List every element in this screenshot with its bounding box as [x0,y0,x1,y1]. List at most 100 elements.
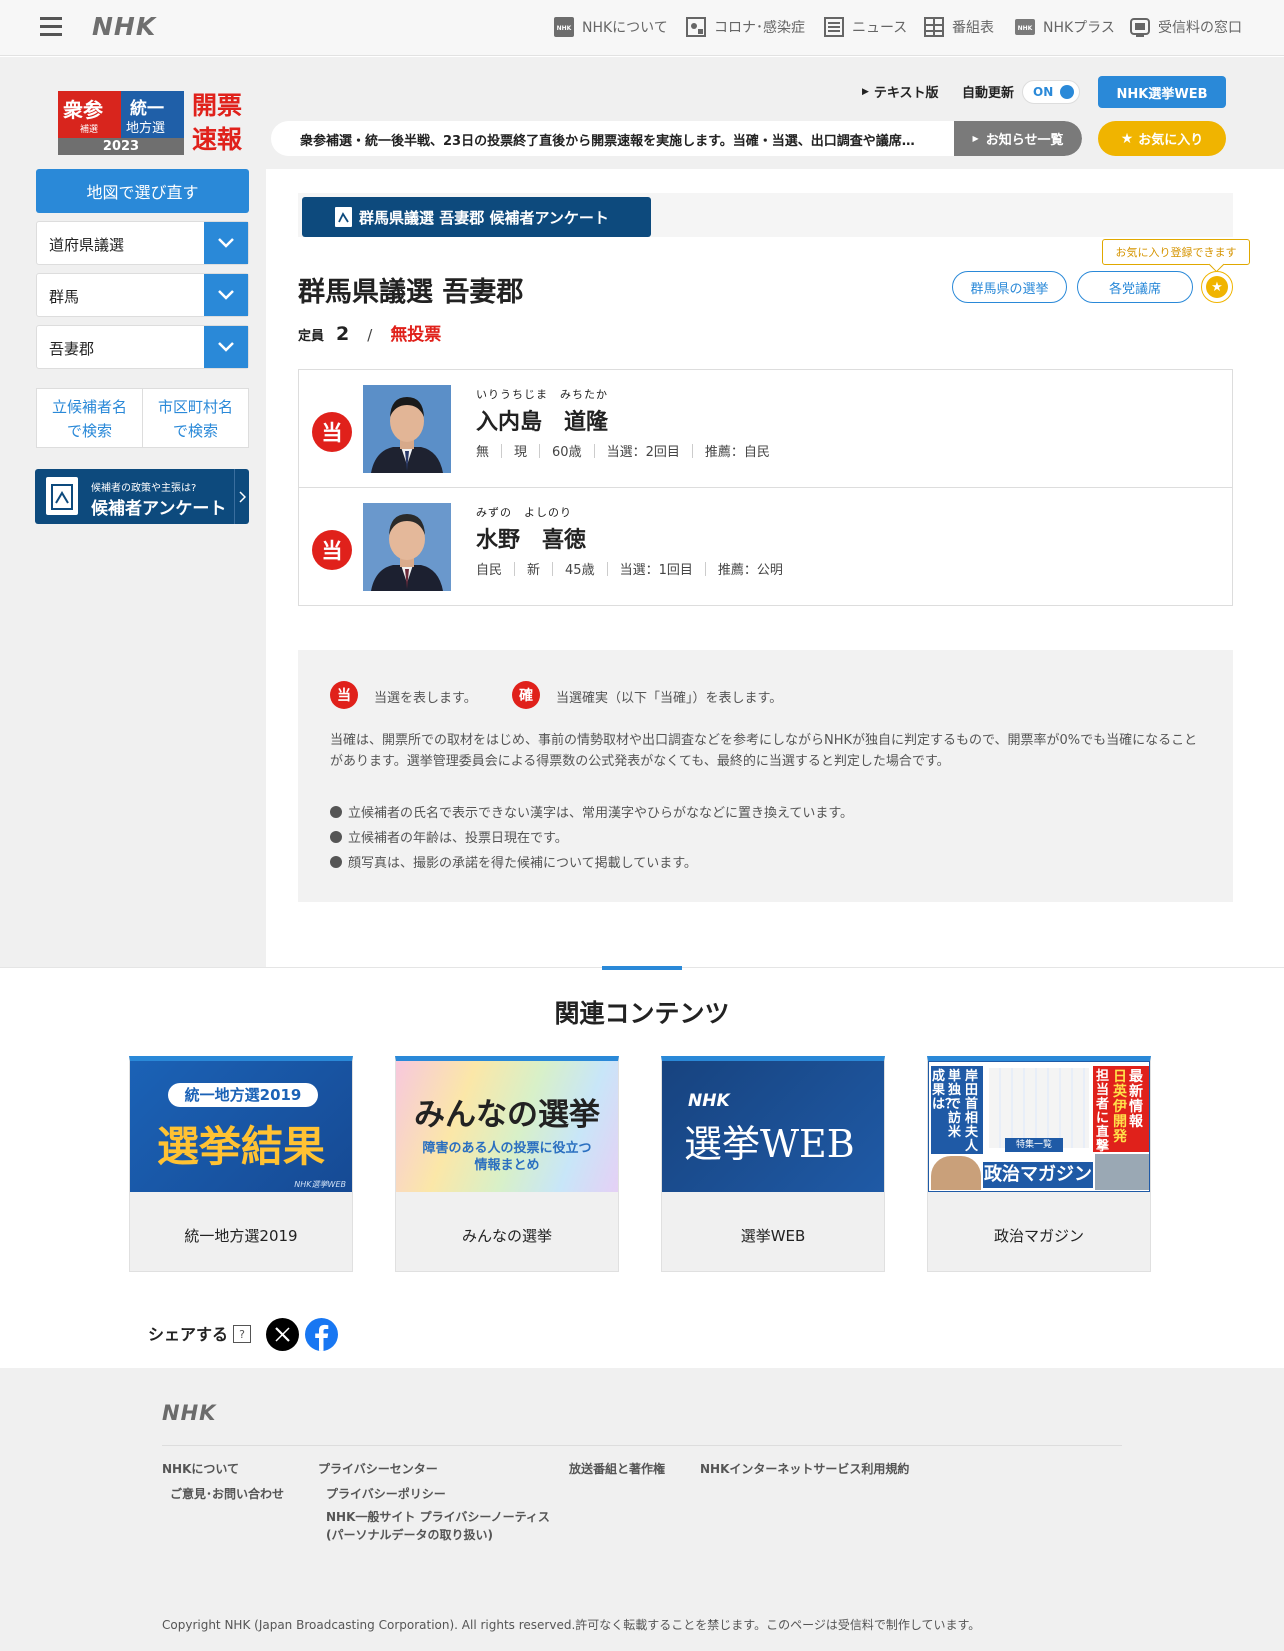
related-card-politics-magazine[interactable]: 最新情報 日英伊開発 担当者に直撃 岸田首相夫人 単独で訪米 成果は？ 特集一覧… [927,1056,1151,1272]
toggle-state: ON [1033,85,1054,99]
link-line1: 立候補者名 [51,398,127,416]
select-value: 吾妻郡 [49,340,95,358]
x-share-icon[interactable] [266,1318,299,1351]
related-heading: 関連コンテンツ [554,999,730,1028]
link-line2: で検索 [66,422,112,440]
related-card-minna[interactable]: みんなの選挙 障害のある人の投票に役立つ 情報まとめ みんなの選挙 [395,1056,619,1272]
card-caption: 政治マガジン [993,1227,1084,1245]
survey-banner-small: 候補者の政策や主張は? [91,483,197,494]
search-by-candidate-link[interactable]: 立候補者名 で検索 [37,389,142,447]
chevron-right-icon [234,469,249,524]
nav-label: NHKプラス [1043,20,1115,36]
no-vote-status: 無投票 [390,325,442,345]
favorite-label: お気に入り [1138,133,1204,148]
incumbency: 現 [514,445,528,460]
party-seats-button[interactable]: 各党議席 [1077,271,1193,303]
candidate-name: 水野 喜徳 [476,528,587,553]
candidate-meta: 自民 新 45歳 当選：1回目 推薦：公明 [476,559,783,578]
link-line2: で検索 [172,422,218,440]
win-count: 当選：2回目 [606,445,680,460]
prefecture-elections-button[interactable]: 群馬県の選挙 [952,271,1067,303]
kaihyo-sokuho-title: 開票 速報 [192,89,242,157]
auto-update-toggle[interactable]: ON [1022,80,1080,104]
favorite-button[interactable]: ★ お気に入り [1098,121,1226,156]
note-paragraph: 当確は、開票所での取材をはじめ、事前の情勢取材や出口調査などを参考にしながらNH… [330,733,1198,769]
news-list-label: お知らせ一覧 [985,133,1064,148]
nhk-logo[interactable]: NHK [92,12,156,41]
card-image: みんなの選挙 障害のある人の投票に役立つ 情報まとめ [396,1061,618,1192]
election-badge-logo[interactable]: 衆参 補選 統一 地方選 2023 [58,91,184,155]
facebook-share-icon[interactable] [305,1318,338,1351]
star-icon: ★ [1206,276,1228,298]
elected-mark: 当 [312,530,352,570]
chevron-down-icon[interactable] [204,326,248,368]
note-bullet: 顔写真は、撮影の承諾を得た候補について掲載しています。 [330,852,697,871]
party: 無 [476,445,490,460]
footer-link-contact[interactable]: ご意見･お問い合わせ [170,1485,284,1502]
hamburger-menu-icon[interactable] [40,17,62,37]
chevron-down-icon[interactable] [204,274,248,316]
footer-link-privacy-notice[interactable]: NHK一般サイト プライバシーノーティス [326,1508,550,1525]
election-type-select[interactable]: 道府県議選 [36,221,249,265]
card-caption: みんなの選挙 [461,1227,552,1245]
related-card-2019[interactable]: 統一地方選2019 選挙結果 NHK選挙WEB 統一地方選2019 [129,1056,353,1272]
news-ticker-text[interactable]: 衆参補選・統一後半戦、23日の投票終了直後から開票速報を実施します。当確・当選、… [300,130,920,149]
slash: / [367,326,373,344]
svg-text:NHK: NHK [557,25,572,32]
district-select[interactable]: 吾妻郡 [36,325,249,369]
bullet-text: 顔写真は、撮影の承諾を得た候補について掲載しています。 [348,856,697,871]
nav-license-fee[interactable]: 受信料の窓口 [1128,14,1242,40]
footer-link-copyright[interactable]: 放送番組と著作権 [569,1460,665,1477]
nav-nhk-plus[interactable]: NHK NHKプラス [1013,14,1115,40]
news-icon [822,16,846,38]
reselect-map-button[interactable]: 地図で選び直す [36,169,249,213]
election-web-button[interactable]: NHK選挙WEB [1098,76,1226,108]
text-version-link[interactable]: ▶ テキスト版 [862,82,939,101]
footer-link-about[interactable]: NHKについて [162,1460,239,1477]
nav-about-nhk[interactable]: NHK NHKについて [552,14,668,40]
candidate-survey-banner[interactable]: 候補者の政策や主張は? 候補者アンケート [35,469,249,524]
add-favorite-star-button[interactable]: ★ [1201,271,1233,303]
footer-link-privacy-center[interactable]: プライバシーセンター [318,1460,438,1477]
card-image: 統一地方選2019 選挙結果 NHK選挙WEB [130,1061,352,1192]
nhk-icon: NHK [552,16,576,38]
share-help-icon[interactable]: ? [233,1325,251,1343]
footer-link-terms[interactable]: NHKインターネットサービス利用規約 [700,1460,909,1477]
candidate-row[interactable]: 当 みずの よしのり 水野 喜徳 自民 新 45歳 当選：1回目 推薦：公明 [298,487,1233,606]
nhk-plus-icon: NHK [1013,16,1037,38]
news-ticker[interactable]: 衆参補選・統一後半戦、23日の投票終了直後から開票速報を実施します。当確・当選、… [271,121,1082,156]
search-by-municipality-link[interactable]: 市区町村名 で検索 [142,389,248,447]
card-image-col3: 担当者に直撃 [1096,1069,1110,1154]
candidate-kana: みずの よしのり [476,506,572,519]
footer-nhk-logo[interactable]: NHK [162,1401,216,1425]
badge-left-sub: 補選 [80,125,99,135]
seats-label: 定員 [298,329,325,344]
endorsement: 推薦：公明 [717,563,783,578]
nav-corona[interactable]: コロナ･感染症 [684,14,805,40]
prefecture-select[interactable]: 群馬 [36,273,249,317]
news-list-button[interactable]: ▶ お知らせ一覧 [954,121,1082,156]
incumbency: 新 [527,563,541,578]
title-line2: 速報 [192,125,243,154]
footer-link-privacy-notice-sub[interactable]: (パーソナルデータの取り扱い) [326,1526,493,1543]
nav-news[interactable]: ニュース [822,14,907,40]
elected-legend-mark: 当 [330,681,358,709]
chevron-down-icon[interactable] [204,222,248,264]
candidate-row[interactable]: 当 いりうちじま みちたか 入内島 道隆 無 現 60歳 当選：2回目 推薦：自… [298,369,1233,488]
card-image-top: 統一地方選2019 [168,1083,318,1107]
related-card-election-web[interactable]: NHK 選挙WEB 選挙WEB [661,1056,885,1272]
district-survey-button[interactable]: 群馬県議選 吾妻郡 候補者アンケート [302,197,651,237]
top-navigation-bar: NHK NHK NHKについて コロナ･感染症 ニュース 番組表 NHK NHK… [0,0,1284,56]
badge-right-top: 統一 [130,99,164,119]
auto-update-label: 自動更新 [962,86,1015,101]
age: 60歳 [552,445,582,460]
triangle-right-icon: ▶ [862,86,869,97]
star-icon: ★ [1120,130,1134,147]
footer-link-privacy-policy[interactable]: プライバシーポリシー [326,1485,446,1502]
card-image-main: 政治マガジン [983,1162,1093,1188]
nav-program-guide[interactable]: 番組表 [922,14,994,40]
badge-right-sub: 地方選 [126,121,166,136]
candidate-kana: いりうちじま みちたか [476,388,608,401]
bullet-icon [330,855,342,868]
toggle-knob [1060,85,1074,99]
